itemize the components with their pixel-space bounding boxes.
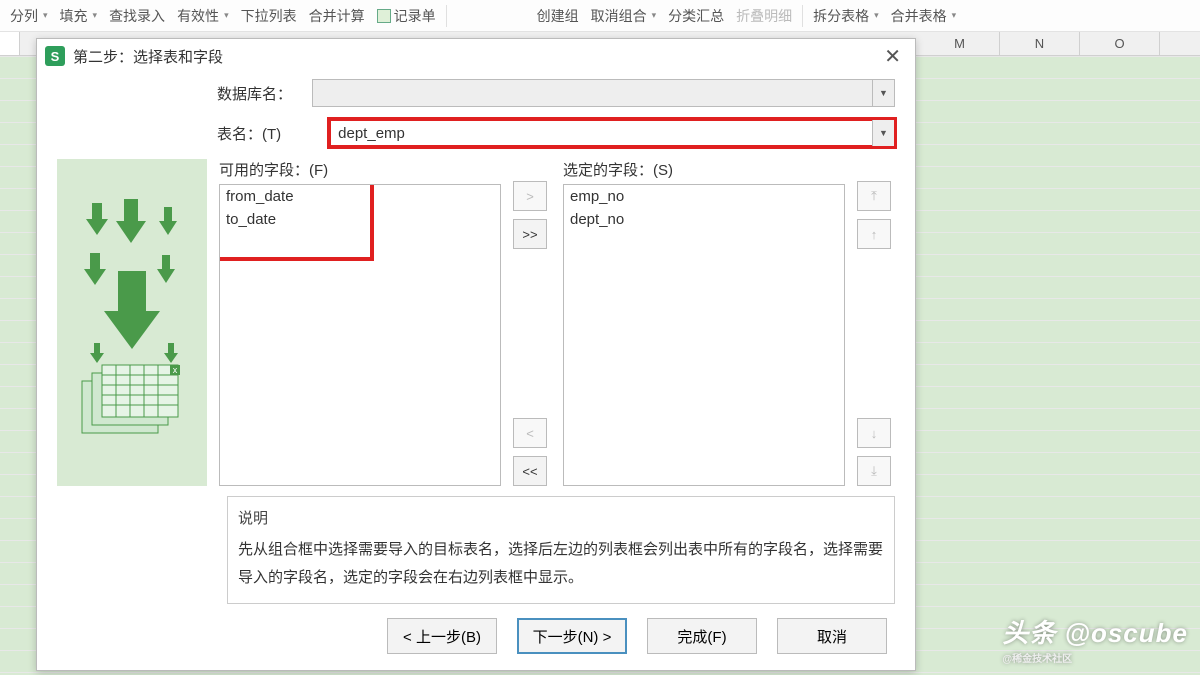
ribbon-ungroup[interactable]: 取消组合 (585, 2, 663, 30)
table-value: dept_emp (338, 125, 405, 142)
col-N[interactable]: N (1000, 32, 1080, 55)
ribbon-record-form[interactable]: 记录单 (371, 2, 442, 30)
col-O[interactable]: O (1080, 32, 1160, 55)
ribbon-fill[interactable]: 填充 (54, 2, 104, 30)
db-name-label: 数据库名： (217, 83, 312, 104)
move-buttons: > >> < << (513, 159, 551, 486)
ribbon-subtotal[interactable]: 分类汇总 (662, 2, 730, 30)
record-form-icon (377, 9, 391, 23)
col-M[interactable]: M (920, 32, 1000, 55)
list-item[interactable]: from_date (220, 185, 500, 208)
ribbon-split-col[interactable]: 分列 (4, 2, 54, 30)
ribbon-toolbar: 分列 填充 查找录入 有效性 下拉列表 合并计算 记录单 创建组 取消组合 分类… (0, 0, 1200, 32)
dialog-titlebar: S 第二步：选择表和字段 ✕ (37, 39, 915, 73)
ribbon-lookup-entry[interactable]: 查找录入 (103, 2, 171, 30)
add-one-button: > (513, 181, 547, 211)
close-button[interactable]: ✕ (878, 42, 907, 71)
table-label: 表名：(T) (217, 123, 329, 144)
remove-one-button: < (513, 418, 547, 448)
list-item[interactable]: dept_no (564, 208, 844, 231)
description-panel: 说明 先从组合框中选择需要导入的目标表名，选择后左边的列表框会列出表中所有的字段… (227, 496, 895, 604)
dialog-title: 第二步：选择表和字段 (73, 46, 223, 67)
ribbon-dropdown-list[interactable]: 下拉列表 (235, 2, 303, 30)
app-logo-icon: S (45, 46, 65, 66)
finish-button[interactable]: 完成(F) (647, 618, 757, 654)
ribbon-merge-table[interactable]: 合并表格 (885, 2, 963, 30)
available-fields-list[interactable]: from_date to_date (219, 184, 501, 486)
selected-fields-label: 选定的字段：(S) (563, 159, 845, 180)
available-fields-label: 可用的字段：(F) (219, 159, 501, 180)
reorder-buttons: ⤒ ↑ ↓ ⤓ (857, 159, 895, 486)
ribbon-validation[interactable]: 有效性 (171, 2, 235, 30)
move-down-button: ↓ (857, 418, 891, 448)
table-combo[interactable]: dept_emp ▼ (329, 119, 895, 147)
cancel-button[interactable]: 取消 (777, 618, 887, 654)
ribbon-group-create[interactable]: 创建组 (531, 2, 585, 30)
list-item[interactable]: to_date (220, 208, 500, 231)
wizard-illustration: x (57, 159, 207, 486)
list-item[interactable]: emp_no (564, 185, 844, 208)
db-name-combo[interactable]: ▼ (312, 79, 895, 107)
ribbon-split-table[interactable]: 拆分表格 (807, 2, 885, 30)
remove-all-button[interactable]: << (513, 456, 547, 486)
ribbon-consolidate[interactable]: 合并计算 (303, 2, 371, 30)
arrows-to-sheet-icon: x (72, 193, 192, 453)
ribbon-collapse-detail: 折叠明细 (730, 2, 798, 30)
move-bottom-button: ⤓ (857, 456, 891, 486)
move-up-button: ↑ (857, 219, 891, 249)
description-label: 说明 (238, 505, 884, 534)
prev-button[interactable]: < 上一步(B) (387, 618, 497, 654)
dialog-buttons: < 上一步(B) 下一步(N) > 完成(F) 取消 (37, 604, 915, 670)
svg-text:x: x (173, 365, 178, 375)
next-button[interactable]: 下一步(N) > (517, 618, 627, 654)
dropdown-icon[interactable]: ▼ (872, 80, 894, 106)
move-top-button: ⤒ (857, 181, 891, 211)
ribbon-separator (802, 5, 803, 27)
selected-fields-list[interactable]: emp_no dept_no (563, 184, 845, 486)
add-all-button[interactable]: >> (513, 219, 547, 249)
description-text: 先从组合框中选择需要导入的目标表名，选择后左边的列表框会列出表中所有的字段名，选… (238, 536, 884, 593)
watermark: 头条 @oscube @稀金技术社区 (1002, 613, 1188, 665)
wizard-dialog: S 第二步：选择表和字段 ✕ 数据库名： ▼ 表名：(T) dept_emp ▼ (36, 38, 916, 671)
ribbon-separator (446, 5, 447, 27)
dropdown-icon[interactable]: ▼ (872, 120, 894, 146)
